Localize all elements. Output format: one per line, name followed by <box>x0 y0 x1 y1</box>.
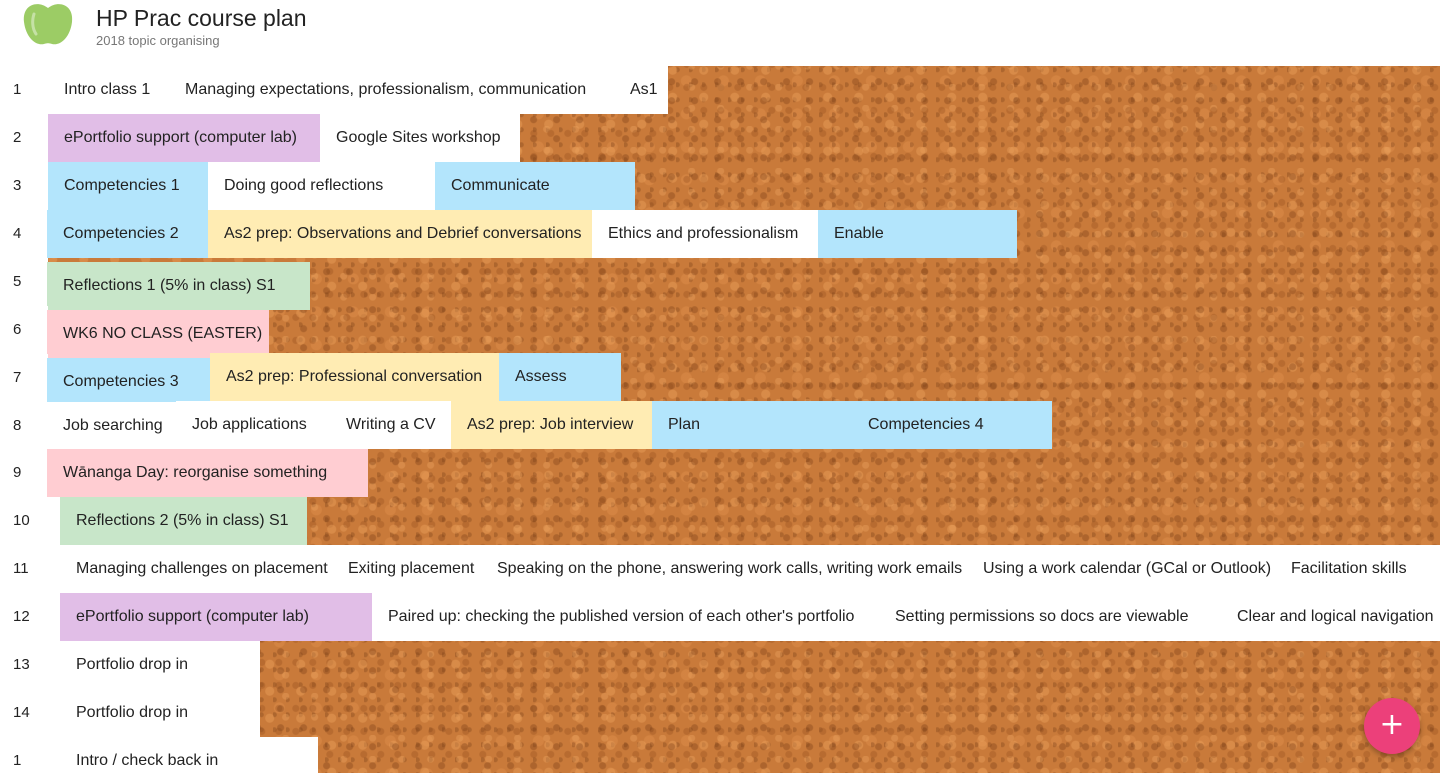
topic-card[interactable]: Doing good reflections <box>208 162 435 210</box>
topic-card[interactable]: Ethics and professionalism <box>592 210 818 258</box>
topic-card[interactable]: Reflections 2 (5% in class) S1 <box>60 497 307 545</box>
row-number: 1 <box>0 66 48 114</box>
topic-card[interactable]: ePortfolio support (computer lab) <box>60 593 372 641</box>
row-number: 13 <box>0 641 60 689</box>
topic-card[interactable]: Speaking on the phone, answering work ca… <box>481 545 967 593</box>
row-number: 6 <box>0 306 48 354</box>
topic-card[interactable]: Intro / check back in <box>60 737 318 773</box>
plus-icon: + <box>1379 707 1405 742</box>
row-number: 7 <box>0 354 48 402</box>
topic-card[interactable]: As2 prep: Professional conversation <box>210 353 499 401</box>
topic-card[interactable]: Job searching <box>47 402 176 450</box>
topic-card[interactable]: Portfolio drop in <box>60 641 260 689</box>
row-number: 2 <box>0 114 48 162</box>
add-card-button[interactable]: + <box>1364 698 1420 754</box>
row-number: 10 <box>0 497 60 545</box>
topic-card[interactable]: Managing challenges on placement <box>60 545 332 593</box>
topic-card[interactable]: As2 prep: Job interview <box>451 401 652 449</box>
topic-card[interactable]: Google Sites workshop <box>320 114 520 162</box>
row-number: 8 <box>0 402 48 450</box>
topic-card[interactable]: Competencies 2 <box>47 210 208 258</box>
row-number: 1 <box>0 737 60 773</box>
page-title: HP Prac course plan <box>96 5 307 31</box>
row-number: 4 <box>0 210 48 258</box>
topic-card[interactable]: Clear and logical navigation <box>1221 593 1440 641</box>
header: HP Prac course plan 2018 topic organisin… <box>0 0 1440 66</box>
topic-card[interactable]: Plan <box>652 401 852 449</box>
topic-card[interactable]: Writing a CV <box>330 401 451 449</box>
topic-card[interactable]: Managing expectations, professionalism, … <box>169 66 614 114</box>
topic-card[interactable]: Paired up: checking the published versio… <box>372 593 879 641</box>
topic-card[interactable]: Facilitation skills <box>1275 545 1440 593</box>
topic-card[interactable]: Job applications <box>176 401 330 449</box>
topic-card[interactable]: Competencies 4 <box>852 401 1052 449</box>
row-number: 11 <box>0 545 60 593</box>
row-number: 3 <box>0 162 48 210</box>
green-apple-icon <box>23 4 73 45</box>
topic-card[interactable]: Reflections 1 (5% in class) S1 <box>47 262 310 310</box>
topic-card[interactable]: Portfolio drop in <box>60 689 260 737</box>
topic-card[interactable]: As2 prep: Observations and Debrief conve… <box>208 210 592 258</box>
topic-card[interactable]: Communicate <box>435 162 635 210</box>
topic-card[interactable]: Enable <box>818 210 1017 258</box>
topic-card[interactable]: As1 <box>614 66 668 114</box>
row-number: 5 <box>0 258 48 306</box>
topic-card[interactable]: WK6 NO CLASS (EASTER) <box>47 310 269 358</box>
topic-card[interactable]: Setting permissions so docs are viewable <box>879 593 1221 641</box>
topic-card[interactable]: Competencies 3 <box>47 358 210 406</box>
topic-card[interactable]: ePortfolio support (computer lab) <box>48 114 320 162</box>
row-number: 12 <box>0 593 60 641</box>
topic-card[interactable]: Exiting placement <box>332 545 481 593</box>
row-number: 9 <box>0 449 48 497</box>
row-number: 14 <box>0 689 60 737</box>
topic-card[interactable]: Intro class 1 <box>48 66 169 114</box>
topic-card[interactable]: Competencies 1 <box>48 162 208 210</box>
topic-card[interactable]: Using a work calendar (GCal or Outlook) <box>967 545 1275 593</box>
topic-card[interactable]: Wānanga Day: reorganise something <box>47 449 368 497</box>
topic-card[interactable]: Assess <box>499 353 621 401</box>
page-subtitle: 2018 topic organising <box>96 33 220 48</box>
